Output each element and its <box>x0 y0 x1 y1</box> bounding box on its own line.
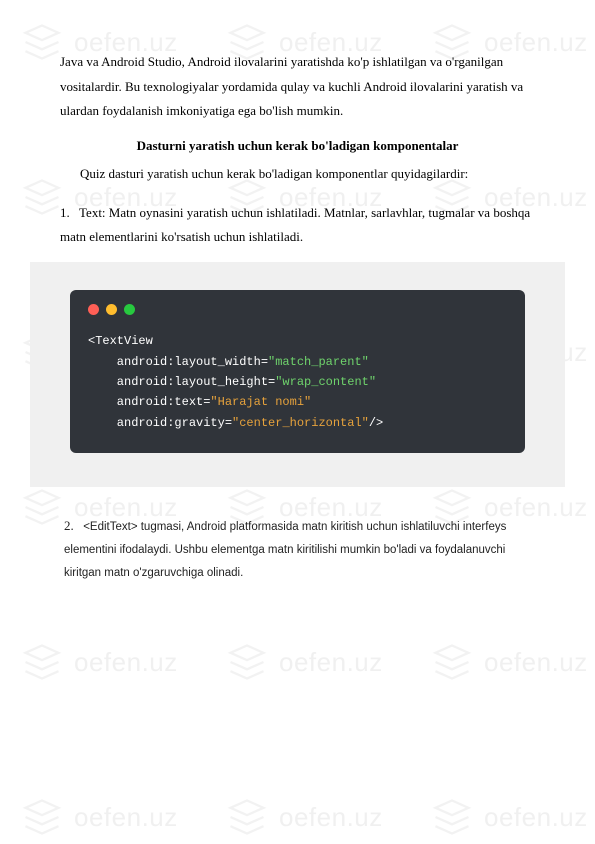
stack-icon <box>20 795 64 839</box>
watermark: oefen.uz <box>225 640 383 684</box>
list-item-1: 1. Text: Matn oynasini yaratish uchun is… <box>60 201 535 250</box>
list-number: 2. <box>64 513 80 539</box>
watermark: oefen.uz <box>430 640 588 684</box>
watermark-text: oefen.uz <box>484 802 588 833</box>
maximize-icon <box>124 304 135 315</box>
list-item-text: Text: Matn oynasini yaratish uchun ishla… <box>60 205 530 245</box>
code-line: android:layout_width="match_parent" <box>88 352 507 372</box>
stack-icon <box>430 640 474 684</box>
stack-icon <box>20 640 64 684</box>
watermark: oefen.uz <box>20 795 178 839</box>
stack-icon <box>430 795 474 839</box>
watermark-text: oefen.uz <box>279 802 383 833</box>
list-item-text: <EditText> tugmasi, Android platformasid… <box>64 521 506 579</box>
window-controls <box>88 304 507 315</box>
watermark-text: oefen.uz <box>279 647 383 678</box>
code-line: android:gravity="center_horizontal"/> <box>88 413 507 433</box>
section-heading: Dasturni yaratish uchun kerak bo'ladigan… <box>60 138 535 154</box>
code-line: <TextView <box>88 331 507 351</box>
watermark-text: oefen.uz <box>74 647 178 678</box>
watermark-text: oefen.uz <box>74 802 178 833</box>
code-window: <TextView android:layout_width="match_pa… <box>70 290 525 453</box>
minimize-icon <box>106 304 117 315</box>
watermark: oefen.uz <box>225 795 383 839</box>
list-item-2: 2. <EditText> tugmasi, Android platforma… <box>60 511 535 587</box>
intro-paragraph: Java va Android Studio, Android ilovalar… <box>60 50 535 124</box>
code-line: android:layout_height="wrap_content" <box>88 372 507 392</box>
watermark: oefen.uz <box>20 640 178 684</box>
stack-icon <box>225 795 269 839</box>
stack-icon <box>225 640 269 684</box>
watermark-text: oefen.uz <box>484 647 588 678</box>
list-number: 1. <box>60 201 76 226</box>
watermark: oefen.uz <box>430 795 588 839</box>
document-content: Java va Android Studio, Android ilovalar… <box>0 0 595 639</box>
intro-paragraph-2: Quiz dasturi yaratish uchun kerak bo'lad… <box>60 162 535 187</box>
close-icon <box>88 304 99 315</box>
code-block-container: <TextView android:layout_width="match_pa… <box>30 262 565 487</box>
code-line: android:text="Harajat nomi" <box>88 392 507 412</box>
